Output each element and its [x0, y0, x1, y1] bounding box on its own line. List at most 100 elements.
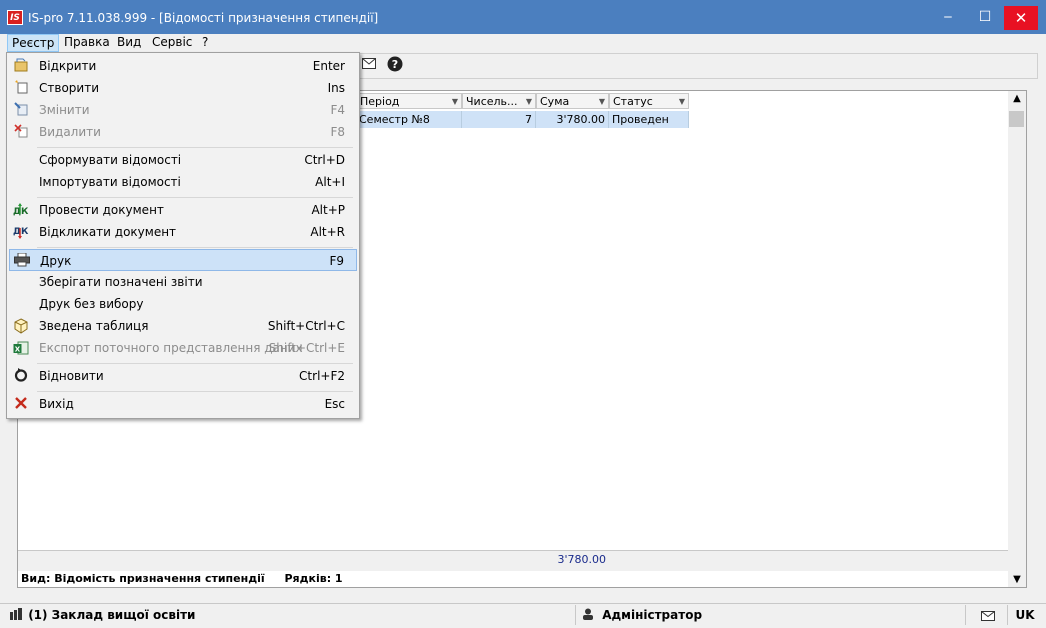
maximize-button[interactable]: ☐ — [969, 0, 1001, 34]
window-title: IS-pro 7.11.038.999 - [Відомості признач… — [28, 11, 379, 25]
menu-item-recall-document[interactable]: ДК Відкликати документ Alt+R — [9, 221, 357, 243]
menu-item-post-document[interactable]: ДК Провести документ Alt+P — [9, 199, 357, 221]
menu-item-shortcut: Ctrl+F2 — [299, 369, 345, 383]
total-sum: 3'780.00 — [557, 553, 606, 566]
menu-item-shortcut: Shift+Ctrl+C — [267, 319, 345, 333]
org-status: (1) Заклад вищої освіти — [6, 605, 576, 625]
svg-text:К: К — [21, 227, 29, 237]
menu-item-label: Експорт поточного представлення даних — [39, 341, 303, 355]
menu-registry[interactable]: Реєстр — [7, 34, 60, 52]
minimize-button[interactable]: ‒ — [932, 0, 964, 34]
menu-item-print[interactable]: Друк F9 — [9, 249, 357, 271]
filter-arrow-icon[interactable]: ▼ — [526, 94, 532, 108]
user-name: Адміністратор — [602, 608, 703, 622]
column-label: Чисель... — [466, 95, 518, 108]
svg-text:К: К — [21, 207, 29, 217]
menu-item-label: Друк — [40, 254, 72, 268]
menu-item-import-statements[interactable]: Імпортувати відомості Alt+I — [9, 171, 357, 193]
menu-item-shortcut: Alt+I — [315, 175, 345, 189]
menu-bar: Реєстр Правка Вид Сервіс ? — [0, 34, 1046, 53]
menu-view[interactable]: Вид — [113, 34, 145, 52]
menu-edit[interactable]: Правка — [60, 34, 114, 52]
menu-item-label: Відновити — [39, 369, 104, 383]
menu-item-label: Вихід — [39, 397, 74, 411]
menu-item-shortcut: F8 — [330, 125, 345, 139]
filter-arrow-icon[interactable]: ▼ — [679, 94, 685, 108]
building-icon — [10, 606, 24, 626]
menu-item-refresh[interactable]: Відновити Ctrl+F2 — [9, 365, 357, 387]
delete-icon — [13, 124, 29, 140]
column-header-status[interactable]: Статус ▼ — [609, 93, 689, 109]
close-button[interactable]: ✕ — [1004, 6, 1038, 30]
column-label: Сума — [540, 95, 570, 108]
menu-item-create[interactable]: Створити Ins — [9, 77, 357, 99]
menu-item-exit[interactable]: Вихід Esc — [9, 393, 357, 415]
create-icon — [13, 80, 29, 96]
menu-separator — [37, 197, 353, 198]
exit-icon — [13, 396, 29, 412]
menu-item-pivot-table[interactable]: Зведена таблиця Shift+Ctrl+C — [9, 315, 357, 337]
mail-status-icon[interactable] — [968, 605, 1008, 625]
menu-separator — [37, 391, 353, 392]
status-bar: (1) Заклад вищої освіти Адміністратор UK — [0, 603, 1046, 626]
menu-item-export-view[interactable]: X Експорт поточного представлення даних … — [9, 337, 357, 359]
scroll-thumb[interactable] — [1009, 111, 1024, 127]
grid-info: Вид: Відомість призначення стипендії Ряд… — [21, 572, 343, 585]
pivot-table-icon — [13, 318, 29, 334]
vertical-scrollbar[interactable]: ▲ ▼ — [1008, 91, 1026, 587]
menu-item-label: Змінити — [39, 103, 90, 117]
column-header-count[interactable]: Чисель... ▼ — [462, 93, 536, 109]
scroll-down-icon[interactable]: ▼ — [1008, 574, 1026, 585]
open-icon — [13, 58, 29, 74]
registry-dropdown-menu: Відкрити Enter Створити Ins Змінити F4 В… — [6, 52, 360, 419]
menu-item-label: Відкрити — [39, 59, 97, 73]
post-document-icon: ДК — [13, 202, 29, 218]
org-name: (1) Заклад вищої освіти — [28, 608, 196, 622]
filter-arrow-icon[interactable]: ▼ — [599, 94, 605, 108]
menu-separator — [37, 247, 353, 248]
view-label: Вид: Відомість призначення стипендії — [21, 572, 265, 585]
menu-item-edit[interactable]: Змінити F4 — [9, 99, 357, 121]
menu-item-shortcut: Ctrl+D — [304, 153, 345, 167]
column-header-period[interactable]: Період ▼ — [356, 93, 462, 109]
menu-service[interactable]: Сервіс — [148, 34, 196, 52]
cell-sum: 3'780.00 — [536, 111, 609, 128]
menu-help[interactable]: ? — [198, 34, 212, 52]
menu-item-open[interactable]: Відкрити Enter — [9, 55, 357, 77]
language-indicator[interactable]: UK — [1010, 605, 1040, 625]
mail-icon[interactable] — [359, 56, 379, 76]
svg-text:?: ? — [392, 58, 398, 71]
rows-count: Рядків: 1 — [284, 572, 343, 585]
excel-icon: X — [13, 340, 29, 356]
user-icon — [582, 606, 598, 626]
menu-item-shortcut: F4 — [330, 103, 345, 117]
cell-status: Проведен — [609, 111, 689, 128]
menu-item-shortcut: F9 — [329, 254, 344, 268]
totals-row: 3'780.00 — [18, 550, 1008, 571]
menu-item-generate-statements[interactable]: Сформувати відомості Ctrl+D — [9, 149, 357, 171]
menu-item-save-marked-reports[interactable]: Зберігати позначені звіти — [9, 271, 357, 293]
menu-item-shortcut: Esc — [324, 397, 345, 411]
cell-period: Семестр №8 — [356, 111, 462, 128]
scroll-up-icon[interactable]: ▲ — [1008, 93, 1026, 104]
menu-item-print-without-selection[interactable]: Друк без вибору — [9, 293, 357, 315]
menu-item-delete[interactable]: Видалити F8 — [9, 121, 357, 143]
menu-item-shortcut: Alt+R — [310, 225, 345, 239]
refresh-icon — [13, 368, 29, 384]
menu-item-label: Друк без вибору — [39, 297, 144, 311]
recall-document-icon: ДК — [13, 224, 29, 240]
menu-item-label: Відкликати документ — [39, 225, 177, 239]
menu-item-shortcut: Shift+Ctrl+E — [268, 341, 345, 355]
title-bar: IS IS-pro 7.11.038.999 - [Відомості приз… — [0, 0, 1046, 34]
app-logo: IS — [7, 10, 23, 25]
menu-item-shortcut: Enter — [312, 59, 345, 73]
printer-icon — [14, 252, 30, 269]
menu-item-label: Сформувати відомості — [39, 153, 182, 167]
help-icon[interactable]: ? — [385, 56, 405, 76]
svg-text:X: X — [15, 346, 21, 354]
filter-arrow-icon[interactable]: ▼ — [452, 94, 458, 108]
menu-item-label: Зведена таблиця — [39, 319, 149, 333]
menu-item-shortcut: Ins — [327, 81, 345, 95]
column-header-sum[interactable]: Сума ▼ — [536, 93, 609, 109]
menu-item-label: Видалити — [39, 125, 101, 139]
